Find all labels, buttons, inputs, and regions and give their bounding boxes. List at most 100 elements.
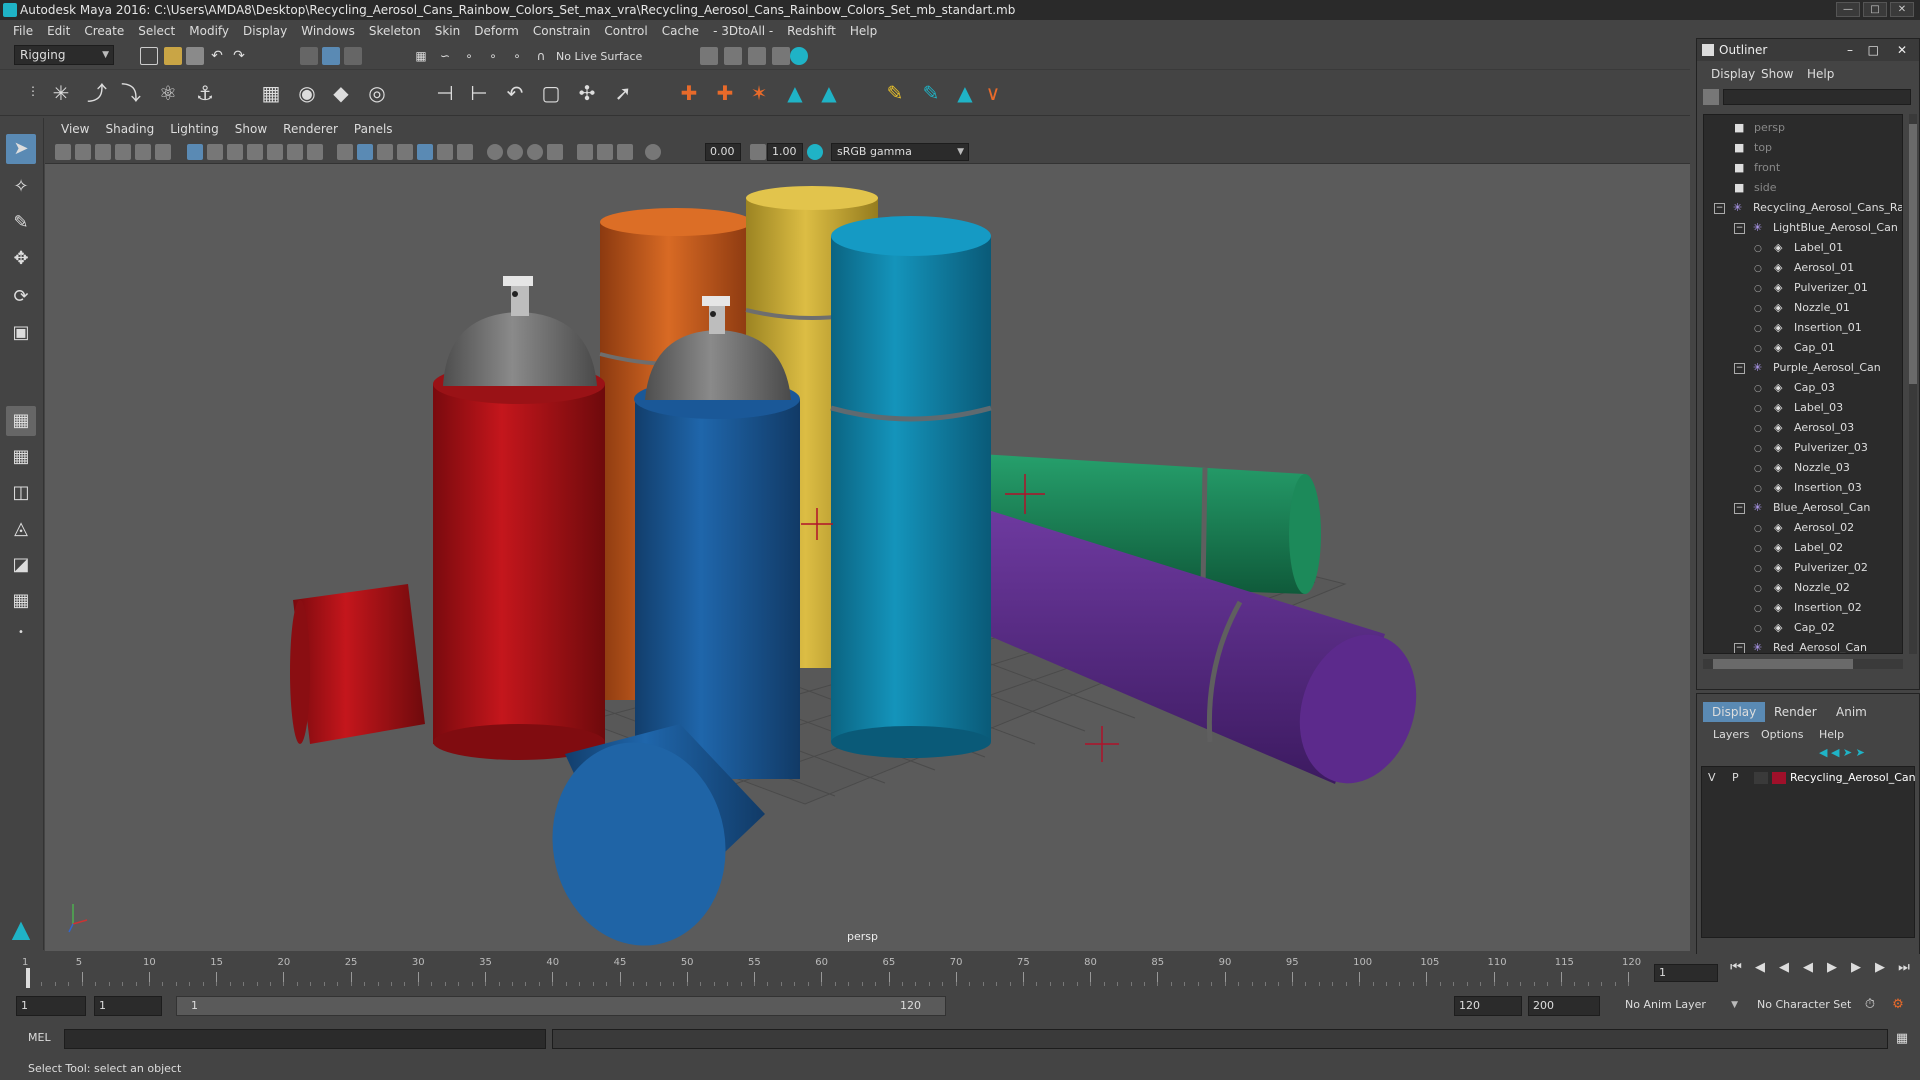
collapse-icon[interactable]: − xyxy=(1734,362,1745,374)
outliner-item[interactable]: − ✳ Blue_Aerosol_Can xyxy=(1734,499,1870,517)
lattice-icon[interactable]: ◆ xyxy=(328,80,354,106)
step-back-key-icon[interactable]: ◀ xyxy=(1776,960,1792,976)
tab-render[interactable]: Render xyxy=(1765,702,1826,722)
menu-set-dropdown[interactable]: Rigging ▼ xyxy=(14,45,114,65)
time-slider[interactable]: 1 5 10 15 20 25 30 35 40 45 50 55 60 65 70 75 80 85 90 95 10… xyxy=(0,954,1920,990)
paint-tool-icon[interactable]: ✎ xyxy=(918,80,944,106)
viewport-menu-renderer[interactable]: Renderer xyxy=(275,122,346,136)
outliner-item[interactable]: ○ ◈ Pulverizer_01 xyxy=(1754,279,1868,297)
script-language-label[interactable]: MEL xyxy=(28,1031,51,1044)
insert-joint-icon[interactable]: ⚛ xyxy=(155,80,181,106)
field-chart-icon[interactable] xyxy=(267,144,283,160)
layer-color-swatch[interactable] xyxy=(1772,772,1786,784)
menu-control[interactable]: Control xyxy=(597,20,654,42)
character-icon[interactable]: ▲ xyxy=(952,80,978,106)
playback-start-field[interactable]: 1 xyxy=(94,996,162,1016)
layer-menu-layers[interactable]: Layers xyxy=(1713,728,1749,741)
undo-icon[interactable]: ↶ xyxy=(208,47,226,65)
layer-menu-options[interactable]: Options xyxy=(1761,728,1803,741)
scale-constraint-icon[interactable]: ▢ xyxy=(538,80,564,106)
maximize-button[interactable]: □ xyxy=(1863,2,1887,17)
outliner-item[interactable]: ○ ◈ Cap_03 xyxy=(1754,379,1835,397)
outliner-item[interactable]: ■ front xyxy=(1714,159,1780,177)
minimize-button[interactable]: — xyxy=(1836,2,1860,17)
menu-skeleton[interactable]: Skeleton xyxy=(362,20,428,42)
lasso-tool-icon[interactable]: ✧ xyxy=(6,172,36,202)
rig-icon[interactable]: ∨ xyxy=(980,80,1006,106)
shadows-icon[interactable] xyxy=(437,144,453,160)
close-button[interactable]: ✕ xyxy=(1890,2,1914,17)
aim-constraint-icon[interactable]: ⊢ xyxy=(466,80,492,106)
menu-help[interactable]: Help xyxy=(843,20,884,42)
save-scene-icon[interactable] xyxy=(186,47,204,65)
maximize-icon[interactable]: □ xyxy=(1868,39,1879,61)
two-view-layout-icon[interactable]: ◫ xyxy=(6,478,36,508)
hik-icon[interactable]: ▲ xyxy=(782,80,808,106)
exposure-field[interactable]: 0.00 xyxy=(705,143,741,161)
outliner-item[interactable]: ■ side xyxy=(1714,179,1777,197)
playback-end-field[interactable]: 120 xyxy=(1454,996,1522,1016)
go-to-end-icon[interactable]: ⏭ xyxy=(1896,960,1912,976)
step-forward-key-icon[interactable]: ▶ xyxy=(1848,960,1864,976)
snap-grid-icon[interactable]: ▦ xyxy=(412,47,430,65)
layer-visibility-toggle[interactable]: V xyxy=(1708,769,1716,787)
persp-graph-layout-icon[interactable]: ◪ xyxy=(6,550,36,580)
outliner-item[interactable]: ○ ◈ Pulverizer_03 xyxy=(1754,439,1868,457)
ipr-render-icon[interactable] xyxy=(748,47,766,65)
outliner-item[interactable]: ○ ◈ Aerosol_02 xyxy=(1754,519,1854,537)
layer-type-toggle[interactable] xyxy=(1754,772,1768,784)
snap-curve-icon[interactable]: ∽ xyxy=(436,47,454,65)
tab-display[interactable]: Display xyxy=(1703,702,1766,722)
layer-create-icons[interactable]: ◀ ◀ ➤ ➤ xyxy=(1819,746,1909,760)
current-time-indicator[interactable] xyxy=(26,968,30,988)
paint-weights-icon[interactable]: ✎ xyxy=(882,80,908,106)
snap-point-icon[interactable]: ∘ xyxy=(460,47,478,65)
single-perspective-layout-icon[interactable]: ▦ xyxy=(6,406,36,436)
xray-components-icon[interactable] xyxy=(617,144,633,160)
select-tool-icon[interactable]: ➤ xyxy=(6,134,36,164)
textured-icon[interactable] xyxy=(397,144,413,160)
menu-file[interactable]: File xyxy=(6,20,40,42)
paint-select-icon[interactable]: ✎ xyxy=(6,208,36,238)
persp-outliner-layout-icon[interactable]: ◬ xyxy=(6,514,36,544)
ik-handle-icon[interactable]: ⤴ xyxy=(84,80,110,106)
camera-attributes-icon[interactable] xyxy=(75,144,91,160)
viewport-menu-shading[interactable]: Shading xyxy=(97,122,162,136)
perspective-viewport[interactable]: persp xyxy=(45,164,1690,951)
menu-modify[interactable]: Modify xyxy=(182,20,236,42)
wireframe-icon[interactable] xyxy=(337,144,353,160)
hypershade-icon[interactable] xyxy=(790,47,808,65)
outliner-item[interactable]: ○ ◈ Cap_01 xyxy=(1754,339,1835,357)
outliner-item[interactable]: − ✳ Red_Aerosol_Can xyxy=(1734,639,1867,653)
new-scene-icon[interactable] xyxy=(140,47,158,65)
outliner-menu-show[interactable]: Show xyxy=(1761,67,1793,81)
command-input[interactable] xyxy=(64,1029,546,1049)
menu-edit[interactable]: Edit xyxy=(40,20,77,42)
select-camera-icon[interactable] xyxy=(55,144,71,160)
screen-space-ao-icon[interactable] xyxy=(457,144,473,160)
go-to-start-icon[interactable]: ⏮ xyxy=(1728,960,1744,976)
gate-mask-icon[interactable] xyxy=(247,144,263,160)
range-bar[interactable]: 1 120 xyxy=(176,996,946,1016)
shelf-menu-icon[interactable]: ⋮ xyxy=(20,78,46,104)
xray-joints-icon[interactable] xyxy=(597,144,613,160)
layer-name[interactable]: Recycling_Aerosol_Can xyxy=(1790,769,1916,787)
locator-constraint-icon[interactable]: ✚ xyxy=(712,80,738,106)
safe-action-icon[interactable] xyxy=(287,144,303,160)
hair-system-icon[interactable]: ✶ xyxy=(746,80,772,106)
play-backwards-icon[interactable]: ◀ xyxy=(1800,960,1816,976)
live-surface-label[interactable]: No Live Surface xyxy=(556,50,642,63)
viewport-menu-view[interactable]: View xyxy=(53,122,97,136)
ik-spline-icon[interactable]: ⤵ xyxy=(118,80,144,106)
script-editor-icon[interactable]: ▦ xyxy=(1894,1031,1910,1047)
start-time-field[interactable]: 1 xyxy=(16,996,86,1016)
outliner-item[interactable]: ○ ◈ Aerosol_01 xyxy=(1754,259,1854,277)
mirror-joint-icon[interactable]: ⚓ xyxy=(192,80,218,106)
orient-constraint-icon[interactable]: ↶ xyxy=(502,80,528,106)
collapse-icon[interactable]: − xyxy=(1734,502,1745,514)
minimize-icon[interactable]: – xyxy=(1847,39,1853,61)
collapse-icon[interactable]: − xyxy=(1714,202,1725,214)
image-plane-icon[interactable] xyxy=(115,144,131,160)
outliner-item[interactable]: ○ ◈ Insertion_02 xyxy=(1754,599,1862,617)
layout-more-icon[interactable]: • xyxy=(6,618,36,648)
